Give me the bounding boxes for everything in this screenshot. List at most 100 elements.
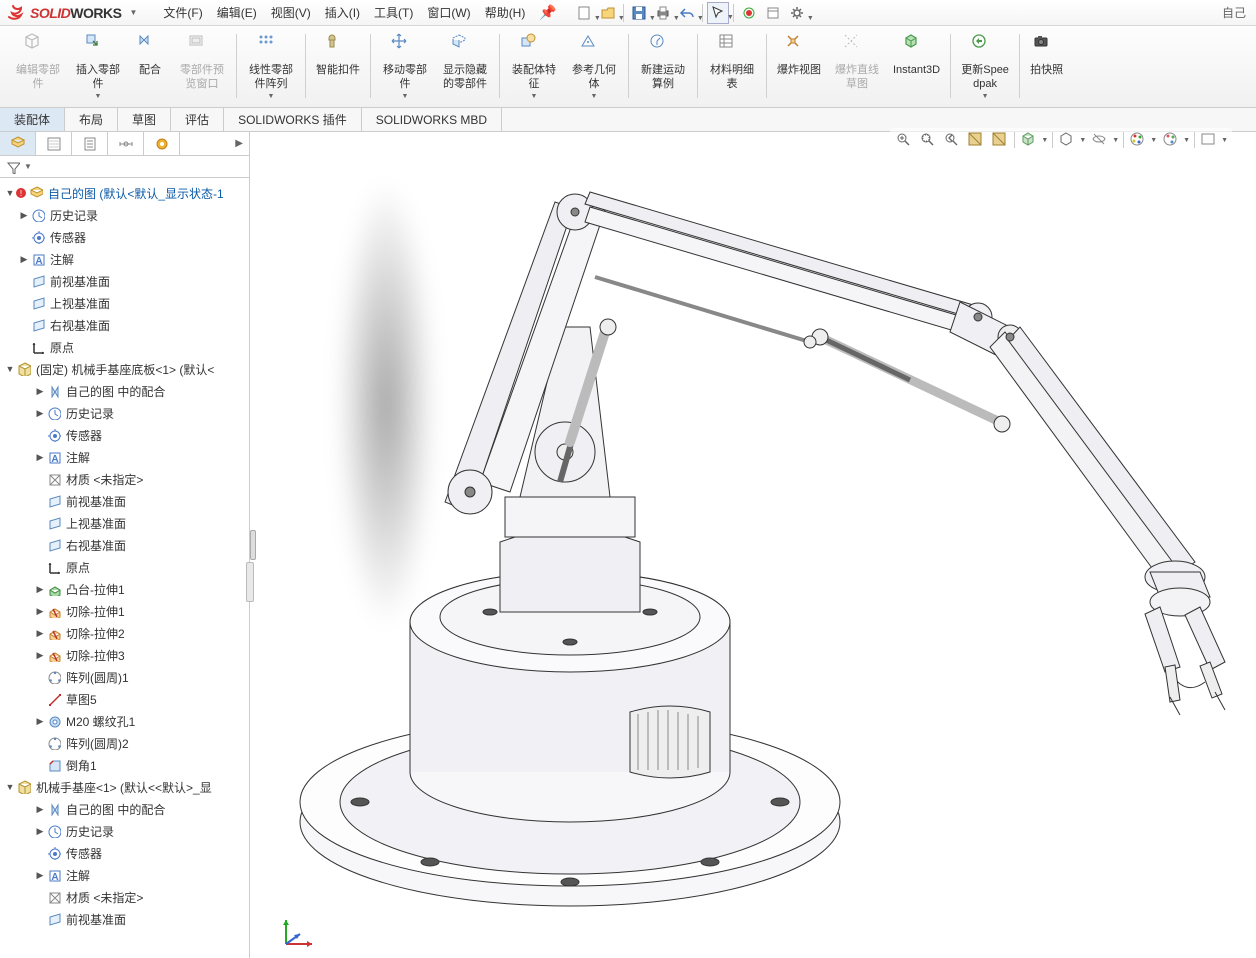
expand-icon[interactable]: ▶ [34, 452, 46, 463]
tree-row[interactable]: 倒角1 [0, 754, 249, 776]
menu-item-6[interactable]: 帮助(H) [479, 1, 532, 24]
expand-icon[interactable]: ▶ [34, 606, 46, 617]
tree-row[interactable]: 传感器 [0, 842, 249, 864]
section-view-button[interactable] [966, 130, 986, 150]
tree-row[interactable]: 原点 [0, 336, 249, 358]
expand-icon[interactable]: ▶ [34, 804, 46, 815]
select-button[interactable]: ▼ [707, 2, 729, 24]
apply-scene-button[interactable] [1161, 130, 1181, 150]
menu-item-2[interactable]: 视图(V) [265, 1, 317, 24]
zoom-area-button[interactable] [918, 130, 938, 150]
viewport-split-grip[interactable] [250, 530, 256, 560]
open-button[interactable]: ▼ [597, 2, 619, 24]
feature-tree-tab[interactable] [0, 132, 36, 155]
command-tab-2[interactable]: 草图 [118, 108, 171, 131]
tree-row[interactable]: ▶历史记录 [0, 402, 249, 424]
view-settings-button[interactable] [1199, 130, 1219, 150]
ribbon-motion[interactable]: 新建运动算例 [633, 30, 693, 104]
ribbon-snapshot[interactable]: 拍快照 [1024, 30, 1069, 104]
config-tab[interactable] [72, 132, 108, 155]
tree-row[interactable]: ▶M20 螺纹孔1 [0, 710, 249, 732]
tree-row[interactable]: 传感器 [0, 424, 249, 446]
tree-row[interactable]: 前视基准面 [0, 490, 249, 512]
expand-icon[interactable]: ▶ [34, 826, 46, 837]
logo-dropdown-icon[interactable]: ▼ [129, 8, 137, 17]
tree-row[interactable]: 上视基准面 [0, 292, 249, 314]
expand-icon[interactable]: ▶ [34, 650, 46, 661]
appearance-tab[interactable] [144, 132, 180, 155]
tree-row[interactable]: ▶历史记录 [0, 820, 249, 842]
settings-button[interactable]: ▼ [786, 2, 808, 24]
tree-row[interactable]: 上视基准面 [0, 512, 249, 534]
tree-row[interactable]: 右视基准面 [0, 534, 249, 556]
tree-row[interactable]: ▼(固定) 机械手基座底板<1> (默认< [0, 358, 249, 380]
dim-tab[interactable] [108, 132, 144, 155]
tree-row[interactable]: 材质 <未指定> [0, 886, 249, 908]
ribbon-insert[interactable]: 插入零部件▼ [68, 30, 128, 104]
tree-row[interactable]: ▶注解 [0, 446, 249, 468]
tree-row[interactable]: 原点 [0, 556, 249, 578]
expand-icon[interactable]: ▶ [34, 628, 46, 639]
menu-item-4[interactable]: 工具(T) [368, 1, 419, 24]
ribbon-feature[interactable]: 装配体特征▼ [504, 30, 564, 104]
tree-row[interactable]: 阵列(圆周)2 [0, 732, 249, 754]
zoom-fit-button[interactable] [894, 130, 914, 150]
command-tab-3[interactable]: 评估 [171, 108, 224, 131]
ribbon-move[interactable]: 移动零部件▼ [375, 30, 435, 104]
tree-row[interactable]: ▶注解 [0, 864, 249, 886]
command-tab-4[interactable]: SOLIDWORKS 插件 [224, 108, 362, 131]
command-tab-0[interactable]: 装配体 [0, 108, 65, 131]
tree-row[interactable]: 右视基准面 [0, 314, 249, 336]
tree-row[interactable]: ▼!自己的图 (默认<默认_显示状态-1 [0, 182, 249, 204]
edit-appearance-button[interactable] [1128, 130, 1148, 150]
hide-show-button[interactable] [1090, 130, 1110, 150]
menu-item-3[interactable]: 插入(I) [319, 1, 366, 24]
orientation-triad[interactable] [278, 912, 318, 952]
ribbon-smartfast[interactable]: 智能扣件 [310, 30, 366, 104]
view-orientation-button[interactable] [1019, 130, 1039, 150]
ribbon-showhide[interactable]: 显示隐藏的零部件 [435, 30, 495, 104]
tree-row[interactable]: ▶切除-拉伸3 [0, 644, 249, 666]
ribbon-refgeo[interactable]: 参考几何体▼ [564, 30, 624, 104]
menu-item-0[interactable]: 文件(F) [157, 1, 208, 24]
expand-icon[interactable]: ▶ [18, 210, 30, 221]
tree-row[interactable]: 草图5 [0, 688, 249, 710]
expand-icon[interactable]: ▼ [4, 364, 16, 374]
tree-row[interactable]: 阵列(圆周)1 [0, 666, 249, 688]
ribbon-explode[interactable]: 爆炸视图 [771, 30, 827, 104]
feature-tree[interactable]: ▼!自己的图 (默认<默认_显示状态-1▶历史记录传感器▶注解前视基准面上视基准… [0, 178, 249, 958]
command-tab-1[interactable]: 布局 [65, 108, 118, 131]
ribbon-mate[interactable]: 配合 [128, 30, 172, 104]
expand-icon[interactable]: ▶ [34, 408, 46, 419]
tree-row[interactable]: ▶切除-拉伸2 [0, 622, 249, 644]
tree-row[interactable]: 传感器 [0, 226, 249, 248]
side-tab-overflow[interactable]: ▶ [180, 132, 249, 155]
expand-icon[interactable]: ▶ [34, 386, 46, 397]
tree-row[interactable]: ▶切除-拉伸1 [0, 600, 249, 622]
zoom-prev-button[interactable] [942, 130, 962, 150]
sidebar-resize-grip[interactable] [246, 562, 254, 602]
new-button[interactable]: ▼ [573, 2, 595, 24]
ribbon-bom[interactable]: 材料明细表 [702, 30, 762, 104]
expand-icon[interactable]: ▼ [4, 782, 16, 792]
tree-row[interactable]: ▶凸台-拉伸1 [0, 578, 249, 600]
pin-icon[interactable]: 📌 [539, 4, 556, 21]
ribbon-instant3d[interactable]: Instant3D [887, 30, 946, 104]
rebuild-button[interactable] [738, 2, 760, 24]
tree-row[interactable]: ▶注解 [0, 248, 249, 270]
expand-icon[interactable]: ▶ [18, 254, 30, 265]
property-tab[interactable] [36, 132, 72, 155]
expand-icon[interactable]: ▶ [34, 716, 46, 727]
display-style-button[interactable] [1057, 130, 1077, 150]
tree-row[interactable]: 前视基准面 [0, 908, 249, 930]
tree-row[interactable]: ▶自己的图 中的配合 [0, 380, 249, 402]
menu-item-1[interactable]: 编辑(E) [211, 1, 263, 24]
expand-icon[interactable]: ▶ [34, 870, 46, 881]
save-button[interactable]: ▼ [628, 2, 650, 24]
tree-filter-bar[interactable]: ▼ [0, 156, 249, 178]
tree-row[interactable]: 前视基准面 [0, 270, 249, 292]
command-tab-5[interactable]: SOLIDWORKS MBD [362, 108, 502, 131]
undo-button[interactable]: ▼ [676, 2, 698, 24]
expand-icon[interactable]: ▶ [34, 584, 46, 595]
tree-row[interactable]: ▶历史记录 [0, 204, 249, 226]
